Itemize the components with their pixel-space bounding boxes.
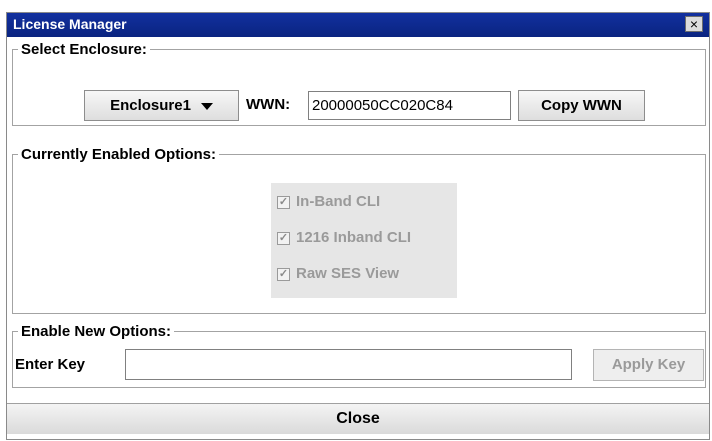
enable-new-options-legend: Enable New Options: bbox=[21, 323, 172, 340]
enabled-options-legend: Currently Enabled Options: bbox=[21, 146, 217, 163]
checkbox-checked-icon: ✓ bbox=[277, 195, 290, 209]
option-label: 1216 Inband CLI bbox=[296, 229, 412, 246]
enclosure-dropdown[interactable]: Enclosure1 bbox=[84, 90, 239, 121]
option-raw-ses-view: ✓ Raw SES View bbox=[277, 265, 399, 287]
enter-key-label: Enter Key bbox=[15, 356, 86, 373]
select-enclosure-legend: Select Enclosure: bbox=[21, 41, 147, 58]
wwn-field[interactable] bbox=[308, 91, 511, 120]
close-icon[interactable]: × bbox=[685, 16, 703, 32]
option-label: Raw SES View bbox=[296, 265, 400, 282]
checkbox-checked-icon: ✓ bbox=[277, 267, 290, 281]
license-manager-window: License Manager × Select Enclosure: Encl… bbox=[6, 12, 710, 440]
checkbox-checked-icon: ✓ bbox=[277, 231, 290, 245]
title-bar: License Manager × bbox=[7, 13, 709, 37]
window-title: License Manager bbox=[13, 16, 127, 32]
close-button[interactable]: Close bbox=[7, 403, 709, 434]
option-label: In-Band CLI bbox=[296, 193, 381, 210]
copy-wwn-button[interactable]: Copy WWN bbox=[518, 90, 645, 121]
option-in-band-cli: ✓ In-Band CLI bbox=[277, 193, 380, 215]
license-key-input[interactable] bbox=[125, 349, 572, 380]
chevron-down-icon bbox=[200, 102, 213, 110]
enabled-options-list: ✓ In-Band CLI ✓ 1216 Inband CLI ✓ Raw SES V… bbox=[271, 183, 457, 298]
apply-key-button[interactable]: Apply Key bbox=[593, 349, 704, 381]
enclosure-dropdown-value: Enclosure1 bbox=[110, 97, 191, 114]
wwn-label: WWN: bbox=[246, 96, 291, 113]
option-1216-inband-cli: ✓ 1216 Inband CLI bbox=[277, 229, 411, 251]
